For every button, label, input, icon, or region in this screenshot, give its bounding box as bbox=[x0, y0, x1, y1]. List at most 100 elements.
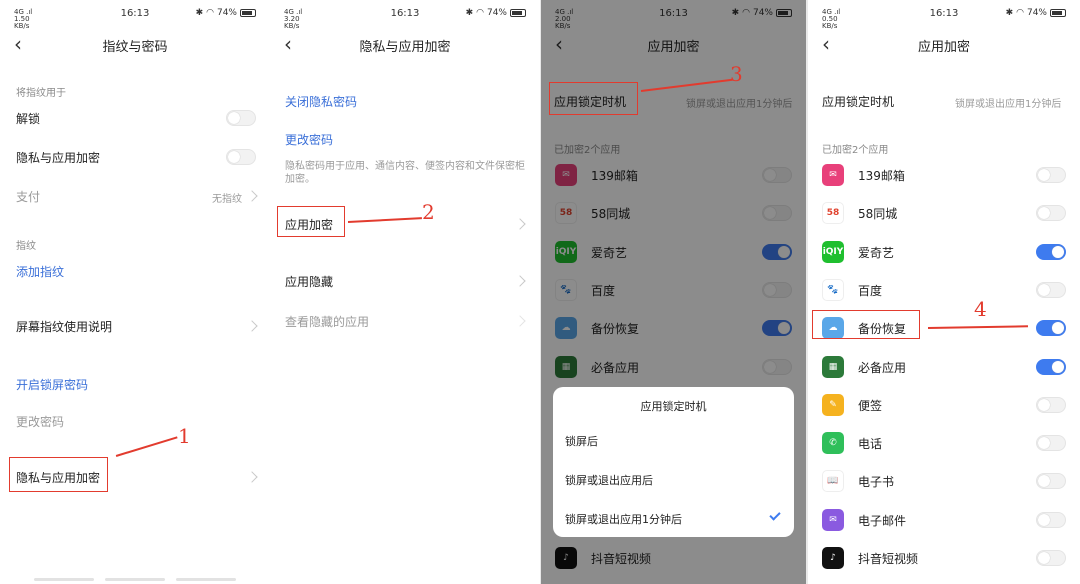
lock-timing-item[interactable]: 应用锁定时机 bbox=[822, 93, 894, 110]
app-encrypt-toggle[interactable] bbox=[1036, 511, 1066, 528]
annotation-number-3: 3 bbox=[730, 62, 743, 86]
annotation-arrow-2 bbox=[347, 217, 422, 223]
app-icon: ✉ bbox=[822, 508, 844, 531]
app-name: 电子书 bbox=[858, 475, 895, 490]
privacy-description: 隐私密码用于应用、通信内容、便签内容和文件保密柜加密。 bbox=[285, 161, 525, 185]
view-hidden-apps-item[interactable]: 查看隐藏的应用 bbox=[285, 313, 369, 330]
app-encrypt-toggle[interactable] bbox=[1036, 320, 1066, 337]
annotation-box-3 bbox=[549, 82, 638, 115]
app-encrypt-toggle[interactable] bbox=[1036, 167, 1066, 183]
app-icon: ▦ bbox=[822, 355, 844, 378]
app-name: 爱奇艺 bbox=[858, 245, 895, 260]
pay-item[interactable]: 支付 bbox=[16, 188, 40, 205]
check-icon bbox=[769, 509, 781, 521]
app-name: 电话 bbox=[858, 437, 883, 452]
bluetooth-icon: ✱ bbox=[1005, 8, 1014, 18]
app-encrypt-toggle[interactable] bbox=[1036, 243, 1066, 260]
sheet-option[interactable]: 锁屏或退出应用后 bbox=[565, 472, 653, 488]
app-icon: ✉ bbox=[822, 164, 844, 186]
battery-icon bbox=[1050, 9, 1066, 17]
list-item: 🐾 百度 bbox=[808, 271, 1080, 309]
app-icon: ♪ bbox=[822, 547, 844, 569]
battery-icon bbox=[240, 9, 256, 17]
app-encrypt-toggle[interactable] bbox=[1036, 550, 1066, 566]
battery-percent: 74% bbox=[1026, 8, 1047, 18]
app-encrypt-toggle[interactable] bbox=[1036, 358, 1066, 375]
enable-lock-password-link[interactable]: 开启锁屏密码 bbox=[16, 376, 88, 393]
screen-app-encrypt: 4G .ıl 0.50 KB/s 16:13 ✱ ◠ 74% ‹ 应用加密 应用锁定… bbox=[808, 0, 1080, 584]
app-name: 便签 bbox=[858, 398, 883, 413]
fingerprint-guide-item[interactable]: 屏幕指纹使用说明 bbox=[16, 318, 112, 335]
chevron-right-icon bbox=[514, 315, 526, 327]
change-password-item[interactable]: 更改密码 bbox=[16, 413, 64, 430]
app-encrypt-toggle[interactable] bbox=[1036, 205, 1066, 222]
status-bar: 4G .ıl 3.20 KB/s 16:13 ✱ ◠ 74% bbox=[270, 8, 540, 30]
add-fingerprint-link[interactable]: 添加指纹 bbox=[16, 263, 64, 280]
unlock-toggle[interactable] bbox=[226, 110, 256, 126]
battery-icon bbox=[510, 9, 526, 17]
privacy-encrypt-toggle[interactable] bbox=[226, 149, 256, 165]
list-item: iQIY 爱奇艺 bbox=[808, 233, 1080, 271]
sheet-option-selected[interactable]: 锁屏或退出应用1分钟后 bbox=[565, 511, 682, 527]
nav-bar bbox=[105, 578, 165, 581]
nav-bar bbox=[34, 578, 94, 581]
app-name: 电子邮件 bbox=[858, 513, 907, 528]
app-icon: iQIY bbox=[822, 240, 844, 263]
list-item: ✉ 139邮箱 bbox=[808, 156, 1080, 194]
sheet-option[interactable]: 锁屏后 bbox=[565, 433, 598, 449]
list-item: ✉ 电子邮件 bbox=[808, 501, 1080, 539]
section-header-use: 将指纹用于 bbox=[16, 88, 66, 99]
wifi-icon: ◠ bbox=[206, 8, 214, 18]
section-header-fingerprint: 指纹 bbox=[16, 241, 36, 252]
bluetooth-icon: ✱ bbox=[465, 8, 474, 18]
battery-percent: 74% bbox=[216, 8, 237, 18]
app-name: 139邮箱 bbox=[858, 169, 905, 183]
chevron-right-icon bbox=[514, 275, 526, 287]
annotation-box-4 bbox=[812, 310, 920, 339]
unlock-label: 解锁 bbox=[16, 112, 41, 126]
list-item: ✆ 电话 bbox=[808, 424, 1080, 462]
chevron-right-icon bbox=[246, 320, 258, 332]
list-item: 📖 电子书 bbox=[808, 462, 1080, 500]
page-title: 指纹与密码 bbox=[102, 40, 168, 55]
encrypted-count: 已加密2个应用 bbox=[822, 145, 889, 156]
bluetooth-icon: ✱ bbox=[195, 8, 204, 18]
app-encrypt-toggle[interactable] bbox=[1036, 473, 1066, 490]
change-password-link[interactable]: 更改密码 bbox=[285, 131, 333, 148]
annotation-number-1: 1 bbox=[178, 424, 191, 448]
annotation-number-2: 2 bbox=[422, 200, 435, 224]
annotation-arrow-1 bbox=[115, 436, 178, 457]
list-item: ✎ 便签 bbox=[808, 386, 1080, 424]
sheet-title: 应用锁定时机 bbox=[640, 400, 707, 413]
wifi-icon: ◠ bbox=[1016, 8, 1024, 18]
screen-privacy-app-encrypt: 4G .ıl 3.20 KB/s 16:13 ✱ ◠ 74% ‹ 隐私与应用加密 关… bbox=[270, 0, 540, 584]
list-item: 58 58同城 bbox=[808, 194, 1080, 232]
list-item: ♪ 抖音短视频 bbox=[808, 539, 1080, 577]
app-name: 必备应用 bbox=[858, 360, 907, 375]
app-icon: ✆ bbox=[822, 432, 844, 455]
page-title: 隐私与应用加密 bbox=[359, 40, 451, 55]
annotation-number-4: 4 bbox=[974, 297, 987, 321]
chevron-right-icon bbox=[514, 218, 526, 230]
app-name: 抖音短视频 bbox=[858, 552, 919, 566]
screen-fingerprint-password: 4G .ıl 1.50 KB/s 16:13 ✱ ◠ 74% ‹ 指纹与密码 将指纹… bbox=[0, 0, 270, 584]
lock-timing-sheet: 应用锁定时机 锁屏后 锁屏或退出应用后 锁屏或退出应用1分钟后 bbox=[553, 387, 794, 537]
lock-timing-value: 锁屏或退出应用1分钟后 bbox=[955, 99, 1062, 110]
app-icon: 58 bbox=[822, 202, 844, 225]
close-privacy-password-link[interactable]: 关闭隐私密码 bbox=[285, 93, 357, 110]
app-encrypt-toggle[interactable] bbox=[1036, 435, 1066, 452]
battery-percent: 74% bbox=[486, 8, 507, 18]
app-name: 百度 bbox=[858, 283, 883, 298]
privacy-encrypt-label: 隐私与应用加密 bbox=[16, 151, 101, 165]
list-item: ▦ 必备应用 bbox=[808, 348, 1080, 386]
page-title: 应用加密 bbox=[917, 40, 970, 55]
annotation-box-1 bbox=[9, 457, 108, 492]
app-name: 58同城 bbox=[858, 207, 898, 222]
app-hide-item[interactable]: 应用隐藏 bbox=[285, 273, 333, 290]
app-encrypt-toggle[interactable] bbox=[1036, 281, 1066, 298]
app-encrypt-toggle[interactable] bbox=[1036, 396, 1066, 413]
app-icon: 📖 bbox=[822, 470, 844, 493]
app-icon: ✎ bbox=[822, 393, 844, 416]
wifi-icon: ◠ bbox=[476, 8, 484, 18]
status-bar: 4G .ıl 0.50 KB/s 16:13 ✱ ◠ 74% bbox=[808, 8, 1080, 30]
